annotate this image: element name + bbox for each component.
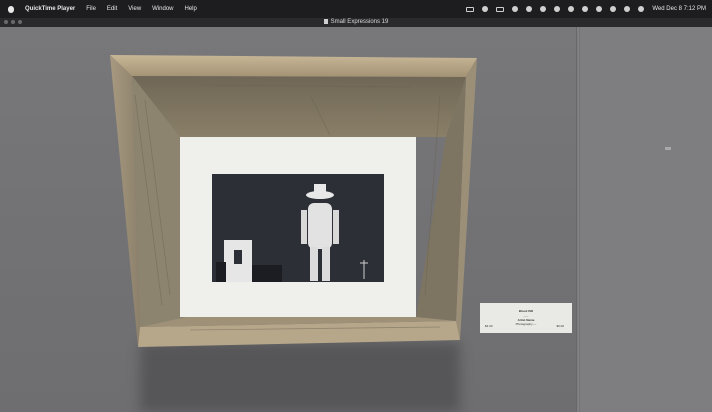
wall-right-panel	[580, 27, 712, 412]
frame-inner-top	[132, 76, 466, 137]
network-icon[interactable]	[540, 6, 547, 12]
app-menu-quicktime[interactable]: QuickTime Player	[25, 6, 75, 12]
video-area[interactable]: Blood ISD -- -- Artist Name Photography …	[0, 27, 712, 412]
menu-help[interactable]: Help	[185, 6, 197, 12]
volume-icon[interactable]	[610, 6, 617, 12]
siri-icon[interactable]	[638, 6, 645, 12]
artwork-label: Blood ISD -- -- Artist Name Photography …	[480, 303, 572, 333]
dropbox-icon[interactable]	[466, 6, 475, 12]
photo-figure	[308, 203, 332, 249]
menu-file[interactable]: File	[86, 6, 96, 12]
label-price-left: $4.00	[485, 324, 493, 328]
wifi-icon[interactable]	[554, 6, 561, 12]
menu-edit[interactable]: Edit	[107, 6, 117, 12]
window-titlebar[interactable]: Small Expressions 19	[0, 18, 712, 27]
apple-menu-icon[interactable]	[8, 5, 14, 13]
time-machine-icon[interactable]	[568, 6, 575, 12]
search-icon[interactable]	[582, 6, 589, 12]
sync-icon[interactable]	[482, 6, 489, 12]
label-price-right: $0.00	[556, 324, 564, 328]
menu-window[interactable]: Window	[152, 6, 173, 12]
wall-mark	[665, 147, 671, 150]
frame-top	[110, 55, 477, 77]
control-center-icon[interactable]	[596, 6, 603, 12]
user-icon[interactable]	[624, 6, 631, 12]
frame-shadow	[140, 342, 460, 412]
menu-bar: QuickTime Player File Edit View Window H…	[0, 0, 712, 18]
battery-icon[interactable]	[496, 6, 505, 12]
window-title-text: Small Expressions 19	[330, 19, 389, 25]
label-title: Blood ISD	[518, 309, 534, 313]
document-icon	[323, 19, 328, 24]
menu-view[interactable]: View	[128, 6, 141, 12]
menu-clock[interactable]: Wed Dec 8 7:12 PM	[652, 6, 706, 12]
framed-photograph	[110, 55, 477, 347]
window-title: Small Expressions 19	[0, 18, 712, 27]
bluetooth-icon[interactable]	[526, 6, 533, 12]
info-icon[interactable]	[512, 6, 519, 12]
